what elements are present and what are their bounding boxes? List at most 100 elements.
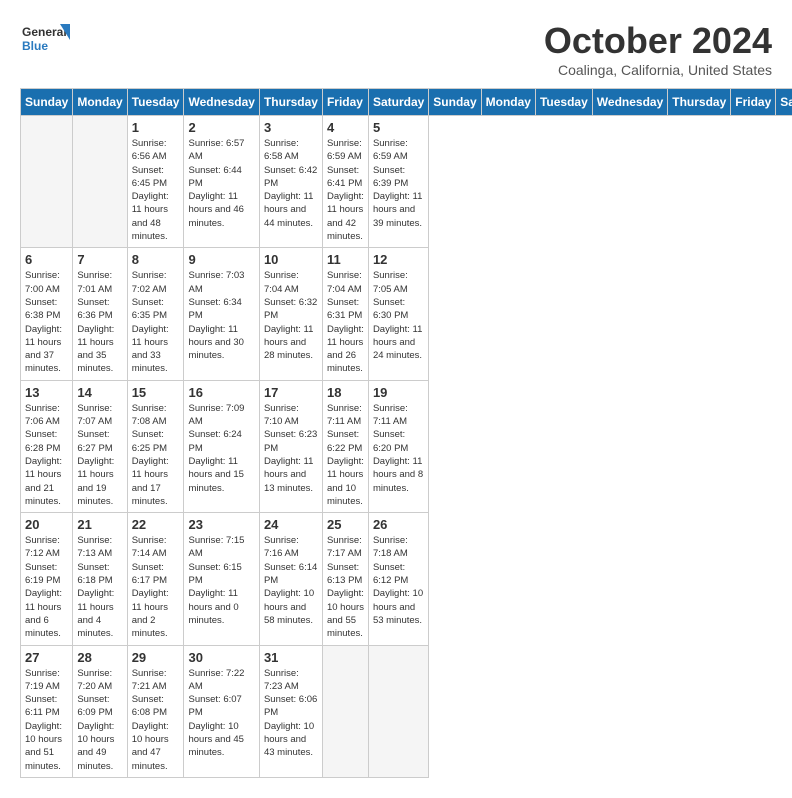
calendar-day: 18Sunrise: 7:11 AM Sunset: 6:22 PM Dayli… (322, 380, 368, 512)
col-header-thursday: Thursday (668, 89, 731, 116)
calendar-day: 15 Sunrise: 7:08 AM Sunset: 6:25 PM Dayli… (127, 380, 184, 512)
day-detail: Sunrise: 7:02 AM Sunset: 6:35 PM Dayligh… (132, 269, 180, 375)
day-detail: Sunrise: 7:08 AM Sunset: 6:25 PM Dayligh… (132, 402, 180, 508)
day-number: 10 (264, 252, 318, 267)
day-detail: Sunrise: 7:01 AM Sunset: 6:36 PM Dayligh… (77, 269, 122, 375)
calendar-day: 25Sunrise: 7:17 AM Sunset: 6:13 PM Dayli… (322, 513, 368, 645)
day-detail: Sunrise: 7:04 AM Sunset: 6:32 PM Dayligh… (264, 269, 318, 362)
day-number: 21 (77, 517, 122, 532)
day-detail: Sunrise: 6:57 AM Sunset: 6:44 PM Dayligh… (188, 137, 254, 230)
day-detail: Sunrise: 6:59 AM Sunset: 6:41 PM Dayligh… (327, 137, 364, 243)
calendar-week-4: 20Sunrise: 7:12 AM Sunset: 6:19 PM Dayli… (21, 513, 792, 645)
day-detail: Sunrise: 7:11 AM Sunset: 6:22 PM Dayligh… (327, 402, 364, 508)
day-detail: Sunrise: 7:14 AM Sunset: 6:17 PM Dayligh… (132, 534, 180, 640)
calendar-day: 20Sunrise: 7:12 AM Sunset: 6:19 PM Dayli… (21, 513, 73, 645)
day-number: 12 (373, 252, 424, 267)
calendar-day: 1 Sunrise: 6:56 AM Sunset: 6:45 PM Daylig… (127, 116, 184, 248)
day-detail: Sunrise: 7:17 AM Sunset: 6:13 PM Dayligh… (327, 534, 364, 640)
day-detail: Sunrise: 7:04 AM Sunset: 6:31 PM Dayligh… (327, 269, 364, 375)
col-header-wednesday: Wednesday (592, 89, 667, 116)
col-header-saturday: Saturday (776, 89, 792, 116)
calendar-day: 9 Sunrise: 7:03 AM Sunset: 6:34 PM Daylig… (184, 248, 259, 380)
calendar-header-row: SundayMondayTuesdayWednesdayThursdayFrid… (21, 89, 792, 116)
day-detail: Sunrise: 7:18 AM Sunset: 6:12 PM Dayligh… (373, 534, 424, 627)
calendar-day: 14 Sunrise: 7:07 AM Sunset: 6:27 PM Dayli… (73, 380, 127, 512)
day-number: 19 (373, 385, 424, 400)
calendar-day: 16Sunrise: 7:09 AM Sunset: 6:24 PM Dayli… (184, 380, 259, 512)
day-detail: Sunrise: 6:56 AM Sunset: 6:45 PM Dayligh… (132, 137, 180, 243)
col-header-monday: Monday (481, 89, 535, 116)
day-number: 14 (77, 385, 122, 400)
day-detail: Sunrise: 7:19 AM Sunset: 6:11 PM Dayligh… (25, 667, 68, 773)
day-number: 5 (373, 120, 424, 135)
calendar-day (21, 116, 73, 248)
day-number: 3 (264, 120, 318, 135)
calendar-day: 10 Sunrise: 7:04 AM Sunset: 6:32 PM Dayli… (259, 248, 322, 380)
day-detail: Sunrise: 7:00 AM Sunset: 6:38 PM Dayligh… (25, 269, 68, 375)
calendar-day: 30Sunrise: 7:22 AM Sunset: 6:07 PM Dayli… (184, 645, 259, 777)
calendar-day: 17 Sunrise: 7:10 AM Sunset: 6:23 PM Dayli… (259, 380, 322, 512)
col-header-monday: Monday (73, 89, 127, 116)
day-number: 24 (264, 517, 318, 532)
calendar-day: 19 Sunrise: 7:11 AM Sunset: 6:20 PM Dayli… (368, 380, 428, 512)
calendar-day: 5 Sunrise: 6:59 AM Sunset: 6:39 PM Daylig… (368, 116, 428, 248)
calendar-day: 31Sunrise: 7:23 AM Sunset: 6:06 PM Dayli… (259, 645, 322, 777)
day-number: 11 (327, 252, 364, 267)
page-header: General Blue October 2024 Coalinga, Cali… (20, 20, 772, 78)
day-number: 1 (132, 120, 180, 135)
calendar-day: 28Sunrise: 7:20 AM Sunset: 6:09 PM Dayli… (73, 645, 127, 777)
calendar-day (368, 645, 428, 777)
svg-text:General: General (22, 25, 67, 39)
day-number: 17 (264, 385, 318, 400)
calendar-day: 23 Sunrise: 7:15 AM Sunset: 6:15 PM Dayli… (184, 513, 259, 645)
calendar-day: 27 Sunrise: 7:19 AM Sunset: 6:11 PM Dayli… (21, 645, 73, 777)
col-header-sunday: Sunday (429, 89, 481, 116)
day-detail: Sunrise: 7:12 AM Sunset: 6:19 PM Dayligh… (25, 534, 68, 640)
day-number: 28 (77, 650, 122, 665)
col-header-friday: Friday (731, 89, 776, 116)
calendar-day: 7Sunrise: 7:01 AM Sunset: 6:36 PM Daylig… (73, 248, 127, 380)
calendar-day: 13Sunrise: 7:06 AM Sunset: 6:28 PM Dayli… (21, 380, 73, 512)
day-number: 23 (188, 517, 254, 532)
calendar-day: 11 Sunrise: 7:04 AM Sunset: 6:31 PM Dayli… (322, 248, 368, 380)
calendar-week-1: 1 Sunrise: 6:56 AM Sunset: 6:45 PM Daylig… (21, 116, 792, 248)
calendar-day: 4 Sunrise: 6:59 AM Sunset: 6:41 PM Daylig… (322, 116, 368, 248)
col-header-friday: Friday (322, 89, 368, 116)
calendar-day: 3 Sunrise: 6:58 AM Sunset: 6:42 PM Daylig… (259, 116, 322, 248)
day-detail: Sunrise: 6:59 AM Sunset: 6:39 PM Dayligh… (373, 137, 424, 230)
day-detail: Sunrise: 7:23 AM Sunset: 6:06 PM Dayligh… (264, 667, 318, 760)
day-number: 6 (25, 252, 68, 267)
col-header-saturday: Saturday (368, 89, 428, 116)
calendar-day: 12 Sunrise: 7:05 AM Sunset: 6:30 PM Dayli… (368, 248, 428, 380)
day-detail: Sunrise: 7:06 AM Sunset: 6:28 PM Dayligh… (25, 402, 68, 508)
day-number: 22 (132, 517, 180, 532)
day-detail: Sunrise: 7:09 AM Sunset: 6:24 PM Dayligh… (188, 402, 254, 495)
day-detail: Sunrise: 7:16 AM Sunset: 6:14 PM Dayligh… (264, 534, 318, 627)
day-number: 27 (25, 650, 68, 665)
day-detail: Sunrise: 7:13 AM Sunset: 6:18 PM Dayligh… (77, 534, 122, 640)
calendar-day (73, 116, 127, 248)
day-detail: Sunrise: 6:58 AM Sunset: 6:42 PM Dayligh… (264, 137, 318, 230)
calendar-day: 22 Sunrise: 7:14 AM Sunset: 6:17 PM Dayli… (127, 513, 184, 645)
month-title: October 2024 (544, 20, 772, 62)
day-number: 9 (188, 252, 254, 267)
col-header-tuesday: Tuesday (127, 89, 184, 116)
calendar-day: 2 Sunrise: 6:57 AM Sunset: 6:44 PM Daylig… (184, 116, 259, 248)
day-number: 8 (132, 252, 180, 267)
day-detail: Sunrise: 7:11 AM Sunset: 6:20 PM Dayligh… (373, 402, 424, 495)
day-detail: Sunrise: 7:07 AM Sunset: 6:27 PM Dayligh… (77, 402, 122, 508)
day-number: 15 (132, 385, 180, 400)
calendar-week-3: 13Sunrise: 7:06 AM Sunset: 6:28 PM Dayli… (21, 380, 792, 512)
day-number: 4 (327, 120, 364, 135)
day-number: 30 (188, 650, 254, 665)
day-detail: Sunrise: 7:05 AM Sunset: 6:30 PM Dayligh… (373, 269, 424, 362)
day-detail: Sunrise: 7:15 AM Sunset: 6:15 PM Dayligh… (188, 534, 254, 627)
calendar-day: 26Sunrise: 7:18 AM Sunset: 6:12 PM Dayli… (368, 513, 428, 645)
calendar-day: 29Sunrise: 7:21 AM Sunset: 6:08 PM Dayli… (127, 645, 184, 777)
day-detail: Sunrise: 7:10 AM Sunset: 6:23 PM Dayligh… (264, 402, 318, 495)
col-header-wednesday: Wednesday (184, 89, 259, 116)
day-detail: Sunrise: 7:03 AM Sunset: 6:34 PM Dayligh… (188, 269, 254, 362)
col-header-thursday: Thursday (259, 89, 322, 116)
day-number: 2 (188, 120, 254, 135)
col-header-sunday: Sunday (21, 89, 73, 116)
